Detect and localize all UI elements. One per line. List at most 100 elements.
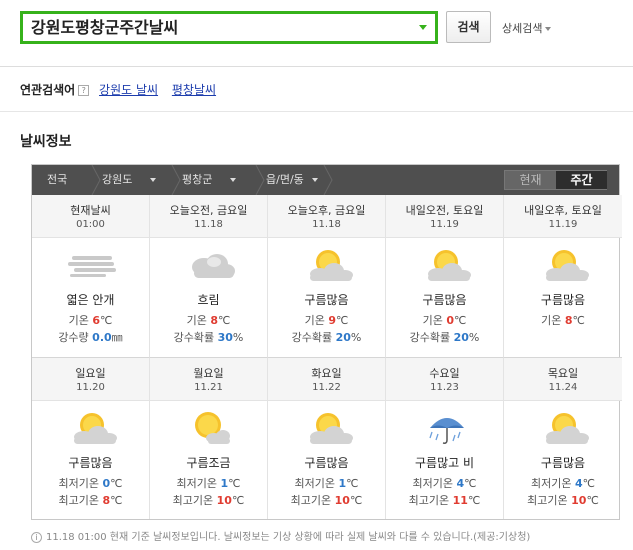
forecast-day: 현재날씨 <box>70 204 111 217</box>
forecast-date: 11.22 <box>312 382 341 393</box>
precipitation-value: 20 <box>335 331 351 344</box>
forecast-condition: 엷은 안개 <box>66 293 115 307</box>
forecast-date: 11.18 <box>312 219 341 230</box>
dropdown-icon <box>230 178 237 182</box>
forecast-date: 11.19 <box>548 219 578 230</box>
max-temp-label: 최고기온 <box>408 494 453 507</box>
partly-cloudy-icon <box>66 410 120 446</box>
precipitation-unit: % <box>350 331 362 344</box>
advanced-search-link[interactable]: 상세검색 <box>502 20 552 36</box>
region-nav: 전국 강원도 평창군 읍/면/동 현재 주간 <box>32 165 619 195</box>
forecast-cell-header: 오늘오전, 금요일 11.18 <box>150 195 267 238</box>
forecast-precipitation: 강수량 0.0㎜ <box>32 329 149 345</box>
crumb-province-label: 강원도 <box>102 173 133 186</box>
forecast-cell: 오늘오후, 금요일 11.18 구름많음 기온 9℃ 강수확률 20% <box>268 195 386 357</box>
min-temp-label: 최저기온 <box>531 477 575 490</box>
search-autocomplete-arrow-icon[interactable] <box>419 25 427 30</box>
forecast-max-temperature: 최고기온 10℃ <box>268 492 385 508</box>
partly-cloudy-icon <box>538 247 592 283</box>
forecast-day: 내일오후, 토요일 <box>524 204 602 217</box>
dropdown-icon <box>150 178 157 182</box>
advanced-search-label: 상세검색 <box>502 22 543 35</box>
forecast-cell: 일요일 11.20 구름많음 최저기온 0℃ 최고기온 8℃ <box>32 357 150 519</box>
dropdown-icon <box>311 178 318 182</box>
search-button[interactable]: 검색 <box>446 11 491 43</box>
precipitation-unit: ㎜ <box>111 331 123 344</box>
partly-cloudy-icon <box>420 247 474 283</box>
crumb-town-label: 읍/면/동 <box>266 173 304 186</box>
forecast-precipitation: 강수확률 20% <box>386 329 503 345</box>
search-box[interactable]: 강원도평창군주간날씨 <box>20 11 438 44</box>
precipitation-value: 20 <box>453 331 469 344</box>
forecast-date: 01:00 <box>76 219 105 230</box>
crumb-county[interactable]: 평창군 <box>182 165 237 195</box>
max-temp-value: 10 <box>216 494 232 507</box>
crumb-nationwide[interactable]: 전국 <box>47 165 67 195</box>
forecast-cell-header: 수요일 11.23 <box>386 358 503 401</box>
partly-cloudy-icon <box>302 410 356 446</box>
view-tabs: 현재 주간 <box>504 170 607 190</box>
forecast-date: 11.20 <box>76 382 105 393</box>
crumb-province[interactable]: 강원도 <box>102 165 157 195</box>
forecast-condition: 구름많음 <box>422 293 467 307</box>
help-icon[interactable]: ? <box>78 85 90 96</box>
min-temp-value: 4 <box>456 477 465 490</box>
forecast-cell-header: 내일오전, 토요일 11.19 <box>386 195 503 238</box>
chevron-right-icon <box>91 165 101 195</box>
forecast-cell: 오늘오전, 금요일 11.18 흐림기온 8℃ 강수확률 30% <box>150 195 268 357</box>
precipitation-unit: % <box>232 331 244 344</box>
temperature-unit: ℃ <box>336 314 349 327</box>
forecast-cell-header: 목요일 11.24 <box>504 358 622 401</box>
min-temp-label: 최저기온 <box>176 477 221 490</box>
forecast-precipitation: 강수확률 30% <box>150 329 267 345</box>
forecast-max-temperature: 최고기온 11℃ <box>386 492 503 508</box>
temperature-label: 기온 <box>304 314 329 327</box>
forecast-cell: 내일오전, 토요일 11.19 구름많음 기온 0℃ 강수확률 20% <box>386 195 504 357</box>
temperature-unit: ℃ <box>586 494 599 507</box>
related-link-pyeongchang-weather[interactable]: 평창날씨 <box>172 83 216 97</box>
forecast-cell-header: 화요일 11.22 <box>268 358 385 401</box>
max-temp-value: 8 <box>102 494 111 507</box>
forecast-min-temperature: 최저기온 0℃ <box>32 475 149 491</box>
section-title: 날씨정보 <box>20 134 72 150</box>
precipitation-value: 0.0 <box>92 331 112 344</box>
forecast-date: 11.18 <box>194 219 223 230</box>
forecast-cell-header: 현재날씨 01:00 <box>32 195 149 238</box>
tab-week[interactable]: 주간 <box>556 171 607 189</box>
forecast-day: 내일오전, 토요일 <box>405 204 484 217</box>
forecast-condition: 구름많음 <box>68 456 113 470</box>
forecast-date: 11.24 <box>548 382 578 393</box>
related-searches: 연관검색어? 강원도 날씨 평창날씨 <box>20 81 226 98</box>
footnote-text: 11.18 01:00 현재 기준 날씨정보입니다. 날씨정보는 기상 상황에 … <box>46 532 531 543</box>
precipitation-label: 강수량 <box>58 331 93 344</box>
forecast-cell: 수요일 11.23 구름많고 비 최저기온 4℃ 최고기온 11℃ <box>386 357 504 519</box>
tab-now[interactable]: 현재 <box>505 171 556 189</box>
temperature-unit: ℃ <box>464 477 477 490</box>
partly-cloudy-icon <box>538 410 592 446</box>
forecast-cell: 내일오후, 토요일 11.19 구름많음 기온 8℃ <box>504 195 622 357</box>
temperature-value: 8 <box>564 314 573 327</box>
related-label: 연관검색어 <box>20 83 76 97</box>
forecast-day: 오늘오후, 금요일 <box>287 204 366 217</box>
forecast-date: 11.19 <box>430 219 459 230</box>
forecast-condition: 흐림 <box>197 293 220 307</box>
related-link-gangwon-weather[interactable]: 강원도 날씨 <box>99 83 158 97</box>
forecast-cell: 화요일 11.22 구름많음 최저기온 1℃ 최고기온 10℃ <box>268 357 386 519</box>
temperature-unit: ℃ <box>346 477 359 490</box>
forecast-condition: 구름많음 <box>540 293 586 307</box>
min-temp-value: 4 <box>574 477 583 490</box>
partly-cloudy-icon <box>302 247 356 283</box>
temperature-label: 기온 <box>68 314 93 327</box>
temperature-label: 기온 <box>186 314 211 327</box>
sun-small-cloud-icon <box>184 410 238 446</box>
forecast-temperature: 기온 9℃ <box>268 312 385 328</box>
rain-umbrella-icon <box>420 410 474 446</box>
temperature-label: 기온 <box>541 314 565 327</box>
max-temp-label: 최고기온 <box>527 494 572 507</box>
crumb-town[interactable]: 읍/면/동 <box>266 165 318 195</box>
precipitation-unit: % <box>468 331 480 344</box>
forecast-cell: 목요일 11.24 구름많음 최저기온 4℃ 최고기온 10℃ <box>504 357 622 519</box>
search-input[interactable]: 강원도평창군주간날씨 <box>31 14 178 41</box>
forecast-min-temperature: 최저기온 4℃ <box>504 475 622 491</box>
forecast-temperature: 기온 8℃ <box>150 312 267 328</box>
